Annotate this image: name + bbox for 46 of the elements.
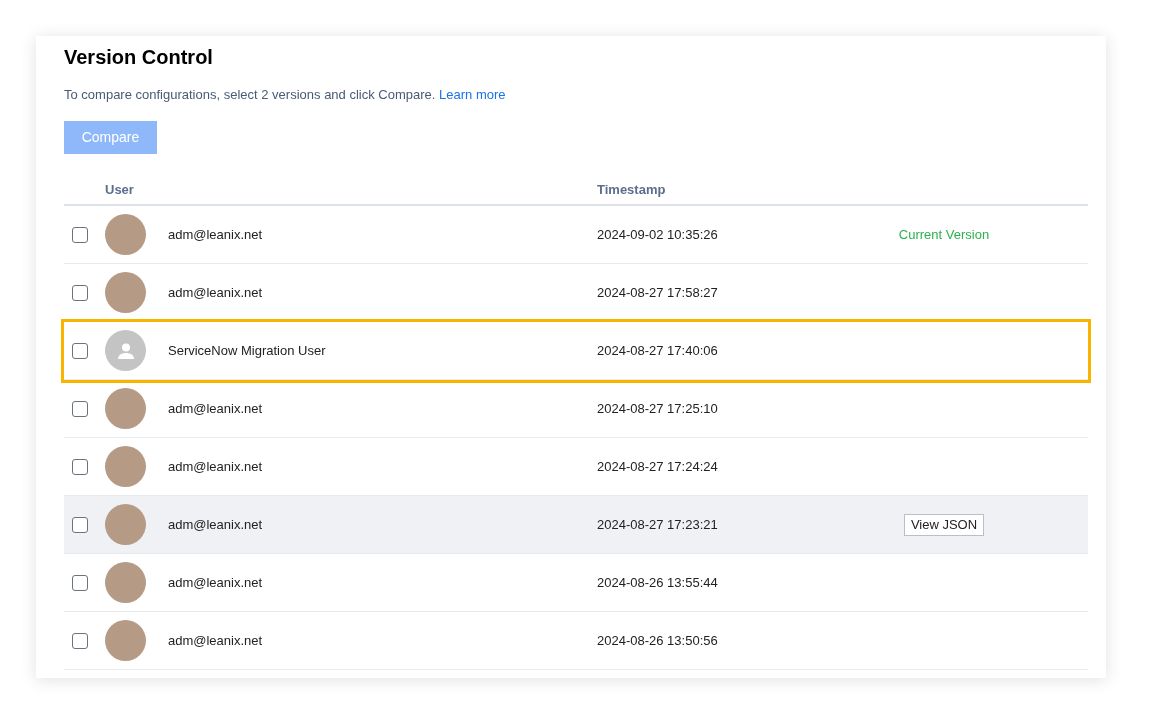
timestamp: 2024-08-26 13:55:44 [597, 573, 719, 592]
column-header: Timestamp [597, 181, 666, 200]
user-name: adm@leanix.net [168, 573, 264, 592]
avatar-photo-placeholder [105, 620, 146, 661]
checkbox[interactable] [72, 284, 88, 301]
user-name: adm@leanix.net [168, 399, 264, 418]
timestamp: 2024-08-27 17:58:27 [597, 283, 719, 302]
avatar-photo-placeholder [105, 272, 146, 313]
user-name: adm@leanix.net [168, 225, 264, 244]
checkbox[interactable] [72, 458, 88, 475]
checkbox[interactable] [72, 226, 88, 243]
checkbox[interactable] [72, 632, 88, 649]
learn-more-link[interactable]: Learn more [439, 87, 506, 102]
column-header: User [105, 181, 135, 200]
timestamp: 2024-08-26 13:50:56 [597, 631, 719, 650]
user-name: ServiceNow Migration User [168, 341, 327, 360]
checkbox[interactable] [72, 342, 88, 359]
table-row[interactable]: adm@leanix.net 2024-09-02 10:35:26 Current Version [64, 206, 1088, 264]
avatar-photo-placeholder [105, 562, 146, 603]
table-row[interactable]: adm@leanix.net 2024-08-27 17:23:21 View JSON [64, 496, 1088, 554]
table-row[interactable]: adm@leanix.net 2024-08-27 17:25:10 [64, 380, 1088, 438]
timestamp: 2024-08-27 17:40:06 [597, 341, 719, 360]
view-json-button[interactable]: View JSON [903, 513, 985, 536]
user-name: adm@leanix.net [168, 631, 264, 650]
avatar-photo-placeholder [105, 388, 146, 429]
table-row[interactable]: adm@leanix.net 2024-08-26 13:50:56 [64, 612, 1088, 670]
table-row[interactable]: adm@leanix.net 2024-08-26 13:55:44 [64, 554, 1088, 612]
table-row[interactable]: ServiceNow Migration User 2024-08-27 17:40:06 [64, 322, 1088, 380]
description-text: To compare configurations, select 2 versions and click Compare. Learn more [64, 87, 507, 103]
timestamp: 2024-08-27 17:25:10 [597, 399, 719, 418]
page-title: Version Control [64, 45, 214, 69]
user-name: adm@leanix.net [168, 283, 264, 302]
avatar-photo-placeholder [105, 214, 146, 255]
current-version-label: Current Version [898, 225, 990, 244]
default-avatar-icon [105, 330, 146, 371]
checkbox[interactable] [72, 516, 88, 533]
avatar-photo-placeholder [105, 446, 146, 487]
timestamp: 2024-09-02 10:35:26 [597, 225, 719, 244]
timestamp: 2024-08-27 17:24:24 [597, 457, 719, 476]
checkbox[interactable] [72, 400, 88, 417]
timestamp: 2024-08-27 17:23:21 [597, 515, 719, 534]
checkbox[interactable] [72, 574, 88, 591]
user-name: adm@leanix.net [168, 515, 264, 534]
table-row[interactable]: adm@leanix.net 2024-08-27 17:58:27 [64, 264, 1088, 322]
avatar-photo-placeholder [105, 504, 146, 545]
user-name: adm@leanix.net [168, 457, 264, 476]
